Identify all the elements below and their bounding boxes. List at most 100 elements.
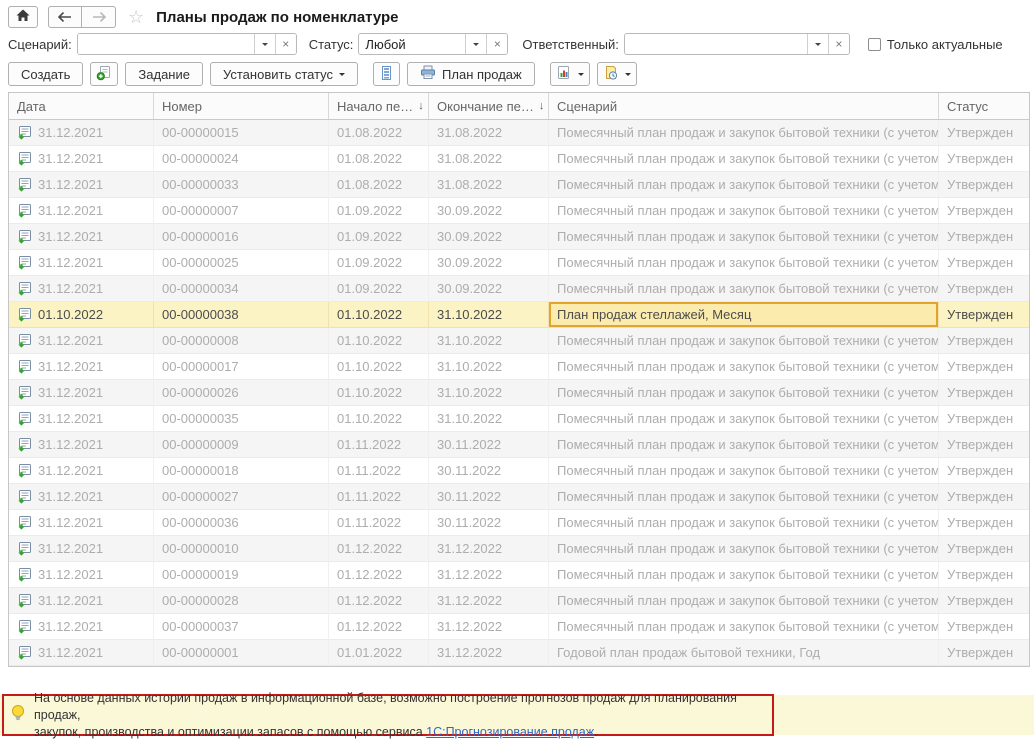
table-row[interactable]: 31.12.2021 00-00000015 01.08.2022 31.08.202… [9, 120, 1029, 146]
cell-scenario[interactable]: Помесячный план продаж и закупок бытовой… [549, 354, 939, 380]
cell-scenario[interactable]: Помесячный план продаж и закупок бытовой… [549, 250, 939, 276]
table-row[interactable]: 31.12.2021 00-00000033 01.08.2022 31.08.202… [9, 172, 1029, 198]
cell-status[interactable]: Утвержден [939, 588, 1029, 614]
table-row[interactable]: 31.12.2021 00-00000034 01.09.2022 30.09.202… [9, 276, 1029, 302]
cell-period-start[interactable]: 01.09.2022 [329, 198, 429, 224]
scenario-input[interactable] [77, 34, 254, 54]
cell-scenario[interactable]: Помесячный план продаж и закупок бытовой… [549, 432, 939, 458]
cell-status[interactable]: Утвержден [939, 484, 1029, 510]
cell-date[interactable]: 31.12.2021 [9, 640, 154, 666]
cell-period-end[interactable]: 31.12.2022 [429, 588, 549, 614]
cell-number[interactable]: 00-00000036 [154, 510, 329, 536]
cell-scenario[interactable]: Помесячный план продаж и закупок бытовой… [549, 224, 939, 250]
cell-period-end[interactable]: 30.11.2022 [429, 458, 549, 484]
cell-status[interactable]: Утвержден [939, 354, 1029, 380]
cell-period-start[interactable]: 01.09.2022 [329, 250, 429, 276]
cell-date[interactable]: 31.12.2021 [9, 510, 154, 536]
scenario-clear-button[interactable]: × [274, 34, 296, 54]
cell-scenario[interactable]: Помесячный план продаж и закупок бытовой… [549, 484, 939, 510]
cell-period-end[interactable]: 30.09.2022 [429, 224, 549, 250]
cell-number[interactable]: 00-00000016 [154, 224, 329, 250]
cell-number[interactable]: 00-00000018 [154, 458, 329, 484]
cell-number[interactable]: 00-00000033 [154, 172, 329, 198]
cell-scenario[interactable]: Годовой план продаж бытовой техники, Год [549, 640, 939, 666]
cell-scenario[interactable]: Помесячный план продаж и закупок бытовой… [549, 120, 939, 146]
cell-period-end[interactable]: 31.12.2022 [429, 614, 549, 640]
cell-period-end[interactable]: 30.09.2022 [429, 198, 549, 224]
cell-number[interactable]: 00-00000027 [154, 484, 329, 510]
cell-date[interactable]: 31.12.2021 [9, 328, 154, 354]
table-row[interactable]: 31.12.2021 00-00000010 01.12.2022 31.12.202… [9, 536, 1029, 562]
cell-number[interactable]: 00-00000001 [154, 640, 329, 666]
back-button[interactable] [48, 6, 82, 28]
cell-status[interactable]: Утвержден [939, 198, 1029, 224]
cell-date[interactable]: 01.10.2022 [9, 302, 154, 328]
cell-number[interactable]: 00-00000037 [154, 614, 329, 640]
cell-period-start[interactable]: 01.10.2022 [329, 406, 429, 432]
print-sales-plan-button[interactable]: План продаж [407, 62, 535, 86]
cell-status[interactable]: Утвержден [939, 432, 1029, 458]
cell-date[interactable]: 31.12.2021 [9, 120, 154, 146]
cell-status[interactable]: Утвержден [939, 406, 1029, 432]
cell-number[interactable]: 00-00000015 [154, 120, 329, 146]
cell-date[interactable]: 31.12.2021 [9, 406, 154, 432]
responsible-clear-button[interactable]: × [827, 34, 849, 54]
cell-status[interactable]: Утвержден [939, 510, 1029, 536]
responsible-input[interactable] [624, 34, 807, 54]
table-row[interactable]: 31.12.2021 00-00000026 01.10.2022 31.10.202… [9, 380, 1029, 406]
forward-button[interactable] [82, 6, 116, 28]
cell-status[interactable]: Утвержден [939, 562, 1029, 588]
cell-status[interactable]: Утвержден [939, 536, 1029, 562]
cell-number[interactable]: 00-00000038 [154, 302, 329, 328]
cell-scenario[interactable]: Помесячный план продаж и закупок бытовой… [549, 198, 939, 224]
table-row[interactable]: 31.12.2021 00-00000001 01.01.2022 31.12.202… [9, 640, 1029, 666]
table-row[interactable]: 31.12.2021 00-00000019 01.12.2022 31.12.202… [9, 562, 1029, 588]
cell-period-end[interactable]: 31.08.2022 [429, 146, 549, 172]
table-row[interactable]: 31.12.2021 00-00000028 01.12.2022 31.12.202… [9, 588, 1029, 614]
cell-period-start[interactable]: 01.11.2022 [329, 484, 429, 510]
column-header-period-end[interactable]: Окончание пе… ↓ [429, 93, 549, 119]
column-header-status[interactable]: Статус [939, 93, 1029, 119]
cell-period-start[interactable]: 01.10.2022 [329, 302, 429, 328]
cell-period-end[interactable]: 30.09.2022 [429, 250, 549, 276]
table-row[interactable]: 31.12.2021 00-00000018 01.11.2022 30.11.202… [9, 458, 1029, 484]
cell-period-end[interactable]: 31.12.2022 [429, 536, 549, 562]
cell-date[interactable]: 31.12.2021 [9, 536, 154, 562]
cell-period-start[interactable]: 01.10.2022 [329, 380, 429, 406]
cell-period-start[interactable]: 01.09.2022 [329, 224, 429, 250]
cell-period-start[interactable]: 01.10.2022 [329, 354, 429, 380]
cell-date[interactable]: 31.12.2021 [9, 224, 154, 250]
cell-status[interactable]: Утвержден [939, 328, 1029, 354]
cell-number[interactable]: 00-00000034 [154, 276, 329, 302]
cell-number[interactable]: 00-00000024 [154, 146, 329, 172]
column-header-period-start[interactable]: Начало пе… ↓ [329, 93, 429, 119]
table-row[interactable]: 31.12.2021 00-00000024 01.08.2022 31.08.202… [9, 146, 1029, 172]
cell-period-end[interactable]: 31.10.2022 [429, 380, 549, 406]
cell-number[interactable]: 00-00000035 [154, 406, 329, 432]
set-status-button[interactable]: Установить статус [209, 62, 359, 86]
forecast-service-link[interactable]: 1С:Прогнозирование продаж [426, 725, 594, 739]
cell-period-end[interactable]: 30.11.2022 [429, 510, 549, 536]
cell-number[interactable]: 00-00000007 [154, 198, 329, 224]
cell-status[interactable]: Утвержден [939, 146, 1029, 172]
cell-date[interactable]: 31.12.2021 [9, 484, 154, 510]
cell-number[interactable]: 00-00000019 [154, 562, 329, 588]
cell-number[interactable]: 00-00000017 [154, 354, 329, 380]
table-row[interactable]: 31.12.2021 00-00000016 01.09.2022 30.09.202… [9, 224, 1029, 250]
cell-period-end[interactable]: 31.10.2022 [429, 302, 549, 328]
cell-date[interactable]: 31.12.2021 [9, 276, 154, 302]
cell-date[interactable]: 31.12.2021 [9, 354, 154, 380]
table-row[interactable]: 31.12.2021 00-00000027 01.11.2022 30.11.202… [9, 484, 1029, 510]
cell-period-start[interactable]: 01.12.2022 [329, 536, 429, 562]
cell-status[interactable]: Утвержден [939, 380, 1029, 406]
cell-scenario[interactable]: Помесячный план продаж и закупок бытовой… [549, 588, 939, 614]
cell-status[interactable]: Утвержден [939, 458, 1029, 484]
cell-period-start[interactable]: 01.11.2022 [329, 510, 429, 536]
cell-date[interactable]: 31.12.2021 [9, 380, 154, 406]
cell-date[interactable]: 31.12.2021 [9, 432, 154, 458]
cell-status[interactable]: Утвержден [939, 120, 1029, 146]
cell-period-end[interactable]: 31.10.2022 [429, 354, 549, 380]
cell-period-end[interactable]: 31.12.2022 [429, 562, 549, 588]
cell-scenario[interactable]: Помесячный план продаж и закупок бытовой… [549, 562, 939, 588]
cell-status[interactable]: Утвержден [939, 614, 1029, 640]
